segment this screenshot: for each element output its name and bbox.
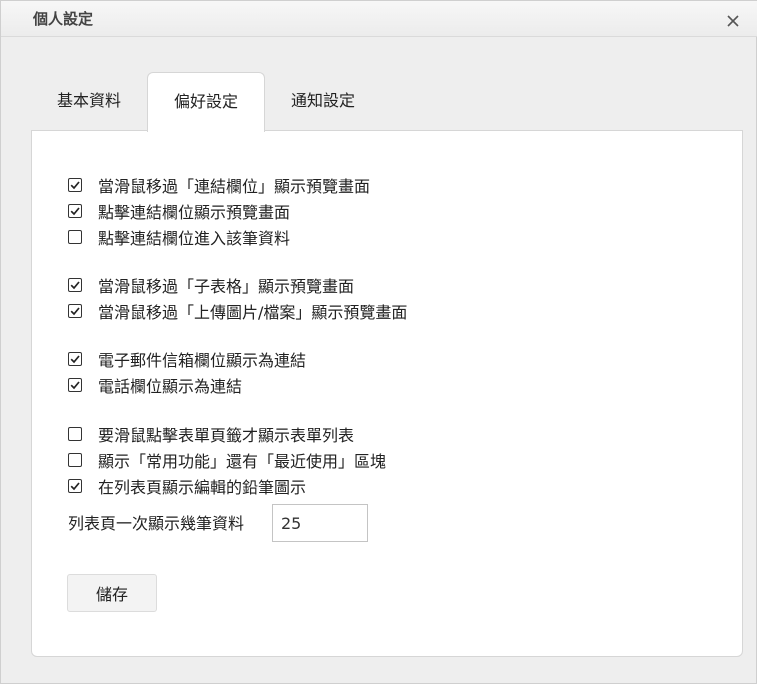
checkbox-checked[interactable] — [68, 204, 82, 218]
option-label: 點擊連結欄位進入該筆資料 — [98, 229, 291, 248]
option-label: 點擊連結欄位顯示預覽畫面 — [98, 203, 291, 222]
checkbox-checked[interactable] — [68, 178, 82, 192]
option-label: 在列表頁顯示編輯的鉛筆圖示 — [98, 478, 307, 497]
checkmark-icon — [70, 307, 80, 316]
rows-per-page-input[interactable] — [272, 504, 368, 542]
option-label: 當滑鼠移過「上傳圖片/檔案」顯示預覽畫面 — [98, 303, 408, 322]
checkmark-icon — [70, 207, 80, 216]
checkbox-checked[interactable] — [68, 479, 82, 493]
checkmark-icon — [70, 381, 80, 390]
option-hover-link-preview[interactable]: 當滑鼠移過「連結欄位」顯示預覽畫面 — [68, 174, 370, 196]
option-label: 電子郵件信箱欄位顯示為連結 — [98, 351, 307, 370]
option-show-edit-pencil[interactable]: 在列表頁顯示編輯的鉛筆圖示 — [68, 475, 306, 497]
checkbox[interactable] — [68, 427, 82, 441]
personal-settings-dialog: 個人設定 基本資料 偏好設定 通知設定 當滑鼠移過「連結欄位」顯示預覽畫面 點擊… — [0, 0, 757, 684]
checkmark-icon — [70, 482, 80, 491]
preferences-panel: 當滑鼠移過「連結欄位」顯示預覽畫面 點擊連結欄位顯示預覽畫面 點擊連結欄位進入該… — [31, 130, 743, 657]
checkbox[interactable] — [68, 230, 82, 244]
option-label: 要滑鼠點擊表單頁籤才顯示表單列表 — [98, 426, 355, 445]
option-hover-upload-preview[interactable]: 當滑鼠移過「上傳圖片/檔案」顯示預覽畫面 — [68, 300, 407, 322]
option-show-common-recent[interactable]: 顯示「常用功能」還有「最近使用」區塊 — [68, 449, 386, 471]
close-icon[interactable] — [723, 11, 743, 31]
checkbox-checked[interactable] — [68, 378, 82, 392]
tab-preferences[interactable]: 偏好設定 — [147, 72, 265, 132]
option-email-as-link[interactable]: 電子郵件信箱欄位顯示為連結 — [68, 348, 306, 370]
option-hover-subtable-preview[interactable]: 當滑鼠移過「子表格」顯示預覽畫面 — [68, 274, 354, 296]
option-click-link-open-record[interactable]: 點擊連結欄位進入該筆資料 — [68, 226, 290, 248]
option-label: 當滑鼠移過「子表格」顯示預覽畫面 — [98, 277, 355, 296]
checkmark-icon — [70, 181, 80, 190]
option-label: 顯示「常用功能」還有「最近使用」區塊 — [98, 452, 387, 471]
option-phone-as-link[interactable]: 電話欄位顯示為連結 — [68, 374, 242, 396]
tab-notifications[interactable]: 通知設定 — [265, 72, 381, 130]
checkbox-checked[interactable] — [68, 304, 82, 318]
dialog-title: 個人設定 — [33, 10, 94, 28]
settings-tabs: 基本資料 偏好設定 通知設定 — [31, 72, 743, 132]
option-click-tab-show-forms[interactable]: 要滑鼠點擊表單頁籤才顯示表單列表 — [68, 423, 354, 445]
checkbox-checked[interactable] — [68, 278, 82, 292]
tab-basic-info[interactable]: 基本資料 — [31, 72, 147, 130]
rows-per-page-label: 列表頁一次顯示幾筆資料 — [68, 514, 245, 533]
option-label: 當滑鼠移過「連結欄位」顯示預覽畫面 — [98, 177, 371, 196]
dialog-titlebar: 個人設定 — [1, 1, 757, 37]
checkmark-icon — [70, 281, 80, 290]
option-click-link-preview[interactable]: 點擊連結欄位顯示預覽畫面 — [68, 200, 290, 222]
checkbox[interactable] — [68, 453, 82, 467]
checkbox-checked[interactable] — [68, 352, 82, 366]
checkmark-icon — [70, 355, 80, 364]
save-button[interactable]: 儲存 — [67, 574, 157, 612]
option-label: 電話欄位顯示為連結 — [98, 377, 243, 396]
